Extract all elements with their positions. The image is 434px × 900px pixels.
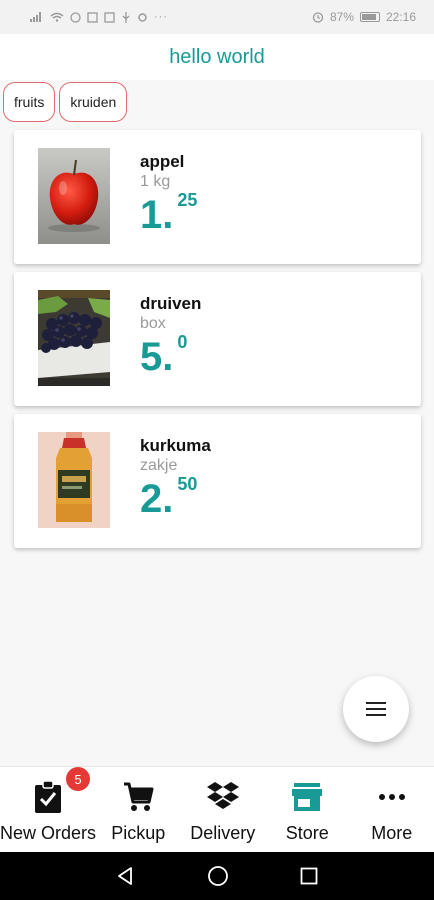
product-image-turmeric <box>38 432 110 528</box>
product-name: appel <box>140 152 185 171</box>
gallery-icon-2 <box>104 11 115 23</box>
back-icon[interactable] <box>116 866 136 886</box>
more-notifications-icon: ··· <box>154 11 168 23</box>
system-navigation-bar <box>0 852 434 900</box>
alarm-icon <box>312 12 324 23</box>
bottom-navigation: 5 New Orders Pickup Delivery Store More <box>0 766 434 852</box>
price-main: 2. <box>140 477 174 521</box>
whatsapp-icon <box>70 11 81 23</box>
product-name: kurkuma <box>140 436 211 455</box>
gallery-icon <box>87 11 98 23</box>
product-info: kurkuma zakje 2. 50 <box>140 436 211 526</box>
page-title: hello world <box>169 45 265 68</box>
more-horiz-icon <box>378 794 405 800</box>
cart-icon <box>124 782 154 811</box>
status-icons-left: ··· <box>30 11 168 23</box>
battery-percentage: 87% <box>329 10 354 24</box>
product-card[interactable]: appel 1 kg 1. 25 <box>14 130 421 264</box>
product-unit: box <box>140 315 166 332</box>
home-icon[interactable] <box>207 865 229 887</box>
product-info: druiven box 5. 0 <box>140 294 201 384</box>
product-price: 2. 50 <box>140 474 211 526</box>
nav-label: More <box>371 823 413 843</box>
price-main: 1. <box>140 193 174 237</box>
battery-icon <box>359 12 380 22</box>
dropbox-icon <box>206 782 239 809</box>
product-unit: 1 kg <box>140 173 171 190</box>
chip-kruiden[interactable]: kruiden <box>59 82 128 122</box>
nav-store[interactable]: Store <box>265 767 350 852</box>
app-header: hello world <box>0 34 434 80</box>
store-icon <box>292 783 323 811</box>
product-unit: zakje <box>140 457 178 474</box>
wifi-icon <box>50 12 64 22</box>
product-image-apple <box>38 148 110 244</box>
product-card[interactable]: druiven box 5. 0 <box>14 272 421 406</box>
product-price: 1. 25 <box>140 190 198 242</box>
product-price: 5. 0 <box>140 332 201 384</box>
price-main: 5. <box>140 335 174 379</box>
product-card[interactable]: kurkuma zakje 2. 50 <box>14 414 421 548</box>
status-icons-right: 87% 22:16 <box>312 10 416 24</box>
nav-label: Pickup <box>111 823 166 843</box>
settings-icon <box>138 12 147 22</box>
price-cents: 25 <box>177 190 198 210</box>
clipboard-check-icon <box>35 781 62 813</box>
new-orders-badge: 5 <box>66 767 91 791</box>
product-list: appel 1 kg 1. 25 druiven box 5. 0 kurkum… <box>14 130 421 556</box>
price-cents: 0 <box>177 332 188 352</box>
usb-icon <box>122 11 130 23</box>
product-image-grapes <box>38 290 110 386</box>
menu-icon <box>366 702 386 716</box>
menu-fab-button[interactable] <box>343 676 409 742</box>
category-chips: fruits kruiden <box>3 82 128 122</box>
nav-delivery[interactable]: Delivery <box>181 767 266 852</box>
nav-pickup[interactable]: Pickup <box>96 767 181 852</box>
nav-label: New Orders <box>0 823 97 843</box>
signal-icon <box>30 12 41 22</box>
recents-icon[interactable] <box>300 867 318 885</box>
nav-more[interactable]: More <box>350 767 434 852</box>
status-bar: ··· 87% 22:16 <box>0 0 434 34</box>
product-name: druiven <box>140 294 202 313</box>
nav-label: Delivery <box>190 823 256 843</box>
nav-new-orders[interactable]: 5 New Orders <box>0 767 96 852</box>
product-info: appel 1 kg 1. 25 <box>140 152 197 242</box>
chip-fruits[interactable]: fruits <box>3 82 56 122</box>
clock-time: 22:16 <box>385 10 416 24</box>
nav-label: Store <box>285 823 329 843</box>
price-cents: 50 <box>177 474 198 494</box>
